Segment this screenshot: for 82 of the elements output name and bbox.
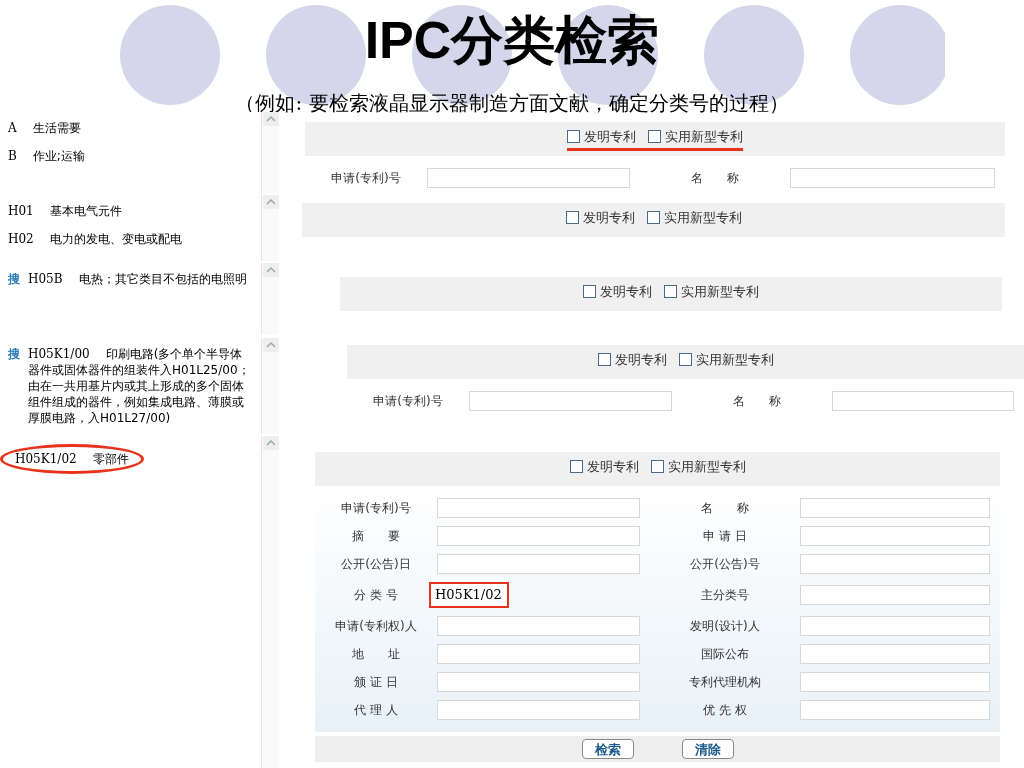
class-entry[interactable]: B 作业;运输 [8,148,85,164]
scroll-up-icon[interactable] [262,263,279,277]
input-field[interactable] [427,168,630,188]
input-field[interactable] [800,644,990,664]
scroll-up-icon[interactable] [262,195,279,209]
scrollbar[interactable] [261,436,279,768]
field-label: 发明(设计)人 [689,618,761,635]
field-label: 申请(专利)号 [340,500,412,517]
form-button[interactable]: 检索 [581,739,634,759]
class-entry[interactable]: H05K1/00 印刷电路(多个单个半导体器件或固体器件的组装件入H01L25/00；由在一共用基片内或其上形成的多个固体组件组成的器件，例如集成电路、薄膜或厚膜电路，入H01L27/00) [28,346,253,426]
checkbox-label: 发明专利 [584,127,636,146]
form-button[interactable]: 清除 [681,739,734,759]
checkbox-label: 发明专利 [614,350,667,369]
checkbox-label: 发明专利 [582,208,635,227]
field-label: 申请(专利)号 [330,170,402,187]
input-field[interactable] [800,616,990,636]
search-icon[interactable]: 搜 [8,346,20,362]
checkbox[interactable] [678,353,692,366]
input-field[interactable] [800,700,990,720]
field-label: 名 称 [700,500,750,517]
field-label: 主分类号 [700,587,750,604]
class-entry[interactable]: A 生活需要 [8,120,81,136]
input-field[interactable] [469,391,672,411]
input-field[interactable] [437,616,640,636]
input-field[interactable] [832,391,1014,411]
scroll-up-icon[interactable] [262,338,279,352]
input-field[interactable] [437,700,640,720]
field-label: 专利代理机构 [688,674,762,691]
checkbox-label: 实用新型专利 [663,208,742,227]
input-field[interactable] [437,526,640,546]
checkbox[interactable] [565,211,579,224]
field-label: 分 类 号 [353,587,399,604]
field-label: 颁 证 日 [353,674,399,691]
input-field[interactable] [437,554,640,574]
field-label: 申 请 日 [702,528,748,545]
class-entry[interactable]: H01 基本电气元件 [8,203,122,219]
checkbox[interactable] [597,353,611,366]
field-label: 摘 要 [351,528,401,545]
checkbox[interactable] [646,211,660,224]
checkbox[interactable] [567,130,580,143]
field-label: 代 理 人 [353,702,399,719]
input-field[interactable] [800,672,990,692]
checkbox-label: 发明专利 [600,282,652,301]
input-field[interactable] [800,526,990,546]
checkbox[interactable] [650,460,664,473]
input-field[interactable] [790,168,995,188]
field-label: 申请(专利)号 [372,393,444,410]
checkbox[interactable] [583,285,596,298]
field-label: 名 称 [690,170,740,187]
input-field[interactable] [800,498,990,518]
checkbox-label: 实用新型专利 [665,127,743,146]
class-entry[interactable]: H05K1/02 零部件 [0,444,144,474]
scrollbar[interactable] [261,112,279,194]
scrollbar[interactable] [261,338,279,434]
field-label: 国际公布 [700,646,750,663]
class-entry[interactable]: H02 电力的发电、变电或配电 [8,231,182,247]
input-field[interactable] [800,554,990,574]
checkbox[interactable] [569,460,583,473]
field-label: 优 先 权 [702,702,748,719]
field-label: 公开(公告)日 [340,556,412,573]
search-icon[interactable]: 搜 [8,271,20,287]
checkbox[interactable] [648,130,661,143]
scroll-up-icon[interactable] [262,436,279,450]
scrollbar[interactable] [261,263,279,335]
input-field[interactable] [437,644,640,664]
class-entry[interactable]: H05B 电热；其它类目不包括的电照明 [28,271,247,287]
field-label: 地 址 [351,646,401,663]
scroll-up-icon[interactable] [262,112,279,126]
field-label: 申请(专利权)人 [334,618,418,635]
field-label: 名 称 [732,393,782,410]
input-field[interactable] [437,498,640,518]
input-field[interactable] [437,672,640,692]
checkbox-label: 实用新型专利 [667,457,746,476]
input-field[interactable] [800,585,990,605]
scrollbar[interactable] [261,195,279,261]
checkbox-label: 发明专利 [586,457,639,476]
checkbox-label: 实用新型专利 [695,350,774,369]
checkbox-label: 实用新型专利 [681,282,759,301]
input-field[interactable]: H05K1/02 [429,582,509,608]
slide-title: IPC分类检索 [364,10,660,71]
checkbox[interactable] [664,285,677,298]
field-label: 公开(公告)号 [689,556,761,573]
